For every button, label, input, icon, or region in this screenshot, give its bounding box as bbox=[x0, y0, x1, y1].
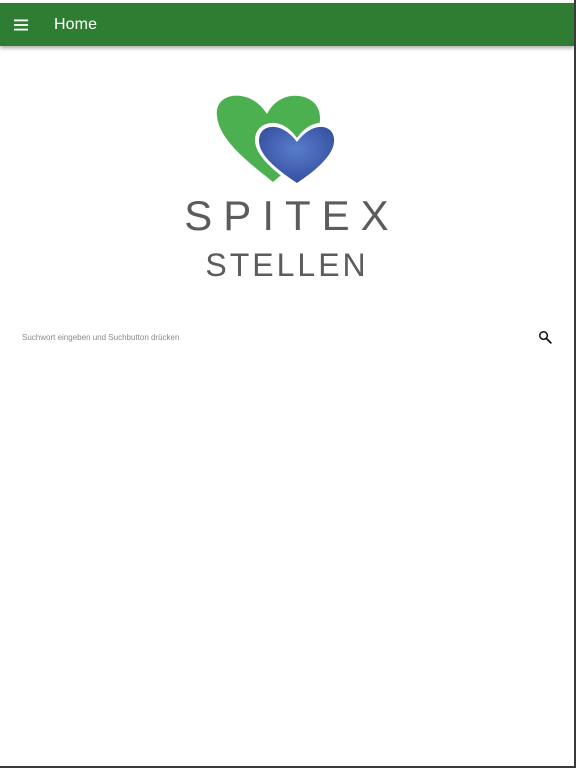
search-icon bbox=[538, 330, 552, 344]
app-screen: Home SPITEX STELLEN bbox=[0, 0, 574, 766]
search-bar bbox=[18, 322, 558, 352]
hamburger-menu-icon bbox=[14, 19, 28, 30]
logo-text-stellen: STELLEN bbox=[205, 247, 369, 283]
page-title: Home bbox=[54, 15, 98, 33]
search-button[interactable] bbox=[532, 324, 558, 350]
hearts-logo-icon bbox=[216, 95, 339, 187]
spitex-logo: SPITEX STELLEN bbox=[0, 92, 574, 288]
menu-button[interactable] bbox=[0, 3, 42, 46]
app-bar: Home bbox=[0, 3, 574, 46]
logo-text-spitex: SPITEX bbox=[184, 192, 400, 239]
search-input[interactable] bbox=[18, 332, 532, 342]
